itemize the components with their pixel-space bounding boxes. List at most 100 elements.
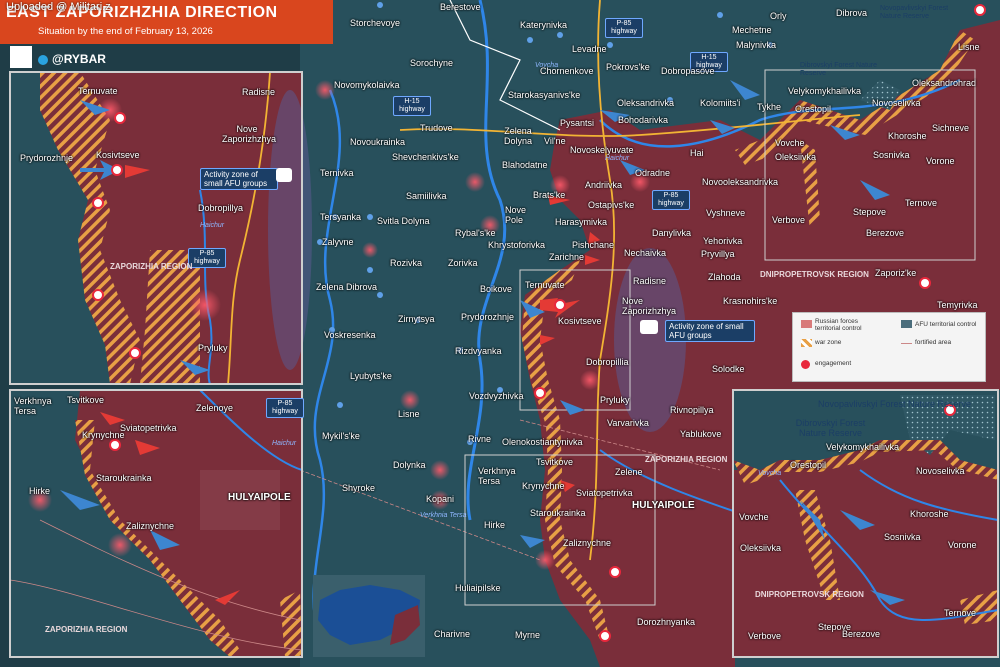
place-hirke: Hirke — [484, 520, 506, 530]
place-pishchane: Pishchane — [572, 240, 615, 250]
place-storchevoye: Storchevoye — [350, 18, 401, 28]
place-shyroke: Shyroke — [342, 483, 376, 493]
brand-handle: @RYBAR — [52, 52, 106, 66]
place-orly: Orly — [770, 11, 787, 21]
place-khoroshe: Khoroshe — [888, 131, 927, 141]
place-solodke: Solodke — [712, 364, 745, 374]
place-pryvillya: Pryvillya — [701, 249, 735, 259]
place-lisne-ne: Lisne — [958, 42, 980, 52]
legend: Russian forces territorial control AFU t… — [792, 312, 986, 382]
place-tersyanka: Tersyanka — [320, 212, 362, 222]
inset3-berezove: Berezove — [842, 629, 881, 639]
place-olenokostiantynivka: Olenokostiantynivka — [502, 437, 583, 447]
place-sviatopetrivka: Sviatopetrivka — [576, 488, 633, 498]
inset2-zaliznychne: Zaliznychne — [126, 521, 175, 531]
inset2-water-haichur: Haichur — [272, 440, 297, 447]
place-zalyvne: Zalyvne — [322, 237, 354, 247]
place-vovche: Vovche — [775, 138, 805, 148]
activity-zone-icon — [640, 320, 658, 334]
place-nechaivka: Nechaivka — [624, 248, 667, 258]
inset2-krynychne: Krynychne — [82, 430, 125, 440]
place-zarichne: Zarichne — [549, 252, 585, 262]
qr-code-icon — [10, 46, 32, 68]
place-myrne: Myrne — [515, 630, 541, 640]
place-temyrivka: Temyrivka — [937, 300, 978, 310]
place-berestove: Berestove — [440, 2, 481, 12]
inset3-vovche: Vovche — [739, 512, 769, 522]
place-zlahoda: Zlahoda — [708, 272, 741, 282]
inset3-orestopil: Orestopil — [790, 460, 827, 470]
legend-afu: AFU territorial control — [915, 321, 977, 328]
legend-fortified: fortified area — [915, 339, 952, 346]
place-hai: Hai — [690, 148, 704, 158]
place-lisne: Lisne — [398, 409, 420, 419]
place-zaporizke: Zaporiz'ke — [875, 268, 917, 278]
inset2-region: ZAPORIZHIA REGION — [45, 625, 128, 634]
place-rizdvyanka: Rizdvyanka — [455, 346, 502, 356]
inset2-verkhnya-tersa: Verkhnya Tersa — [14, 396, 52, 416]
activity-zone-label: Activity zone of small AFU groups — [665, 320, 755, 342]
place-vorone: Vorone — [926, 156, 955, 166]
inset3-vorone: Vorone — [948, 540, 977, 550]
place-rybalske: Rybal's'ke — [455, 228, 496, 238]
inset3-khoroshe: Khoroshe — [910, 509, 949, 519]
place-samiilivka: Samiilivka — [406, 191, 447, 201]
place-mykilske: Mykil's'ke — [322, 431, 360, 441]
place-bohodarivka: Bohodarivka — [618, 115, 669, 125]
highway-h15-badge-west: H-15 highway — [393, 96, 431, 116]
place-berezove: Berezove — [866, 228, 905, 238]
place-sorochyne: Sorochyne — [410, 58, 454, 68]
inset3-sosnivka: Sosnivka — [884, 532, 921, 542]
place-shevchenkivske: Shevchenkivs'ke — [392, 152, 459, 162]
place-dibrova: Dibrova — [836, 8, 868, 18]
inset1-nove-zap: Nove Zaporizhzhya — [222, 124, 277, 144]
place-ternove: Ternove — [905, 198, 938, 208]
place-nove-zaporizhzhya: Nove Zaporizhzhya — [622, 296, 677, 316]
inset2-sviatopetrivka: Sviatopetrivka — [120, 423, 177, 433]
place-varvarivka: Varvarivka — [607, 418, 649, 428]
place-stepove: Stepove — [853, 207, 887, 217]
inset1-activity — [268, 90, 312, 370]
legend-war-swatch — [801, 339, 812, 347]
place-trudove: Trudove — [420, 123, 453, 133]
inset1-activity-icon — [276, 168, 292, 182]
place-blahodatne: Blahodatne — [502, 160, 548, 170]
place-krasnohirske: Krasnohirs'ke — [723, 296, 778, 306]
place-zelena-dibrova: Zelena Dibrova — [316, 282, 378, 292]
highway-p85-badge-2: P-85 highway — [652, 190, 690, 210]
place-zaliznychne: Zaliznychne — [563, 538, 612, 548]
inset2-hulyaipole: HULYAIPOLE — [228, 492, 291, 503]
place-odradne: Odradne — [635, 168, 671, 178]
inset1-water-haichur: Haichur — [200, 222, 225, 229]
inset3-dibrovskyi: Dibrovskyi Forest Nature Reserve — [795, 418, 866, 438]
map-stage: EAST ZAPORIZHZHIA DIRECTION Situation by… — [0, 0, 1000, 667]
place-rivnopillya: Rivnopillya — [670, 405, 714, 415]
place-kolomiitsi: Kolomiits'i — [700, 98, 741, 108]
place-starokasyanivske: Starokasyanivs'ke — [508, 90, 581, 100]
inset1-kosivtseve: Kosivtseve — [96, 150, 140, 160]
place-novooleksandrivka: Novooleksandrivka — [702, 177, 779, 187]
place-novopavlivskyi-top: Novopavlivskyi Forest Nature Reserve — [880, 5, 949, 20]
legend-fortified-swatch — [901, 343, 912, 344]
place-verkhnya-tersa: Verkhnya Tersa — [478, 466, 516, 486]
inset2-tsvitkove: Tsvitkove — [67, 395, 105, 405]
place-dorozhnyanka: Dorozhnyanka — [637, 617, 696, 627]
inset3-region: DNIPROPETROVSK REGION — [755, 590, 864, 599]
place-hulyaipole: HULYAIPOLE — [632, 500, 695, 511]
region-zaporizhzhia: ZAPORIZHIA REGION — [645, 455, 728, 464]
place-bratske: Brats'ke — [533, 190, 566, 200]
inset1-activity-zone-label: Activity zone of small AFU groups — [200, 168, 278, 190]
inset3-novoselivka: Novoselivka — [916, 466, 965, 476]
place-oleksandrivka: Oleksandrivka — [617, 98, 675, 108]
place-dolynka: Dolynka — [393, 460, 426, 470]
place-novoukrainka: Novoukrainka — [350, 137, 406, 147]
place-dobropillia: Dobropillia — [586, 357, 629, 367]
inset3-velykomykhailivka: Velykomykhailivka — [826, 442, 900, 452]
place-kopani: Kopani — [426, 494, 455, 504]
inset3-verbove: Verbove — [748, 631, 782, 641]
place-orestopil: Orestopil — [795, 104, 832, 114]
inset1-ternuvate: Ternuvate — [78, 86, 118, 96]
place-danylivka: Danylivka — [652, 228, 692, 238]
legend-engagement-icon — [801, 360, 810, 369]
highway-p85-badge: P-85 highway — [605, 18, 643, 38]
